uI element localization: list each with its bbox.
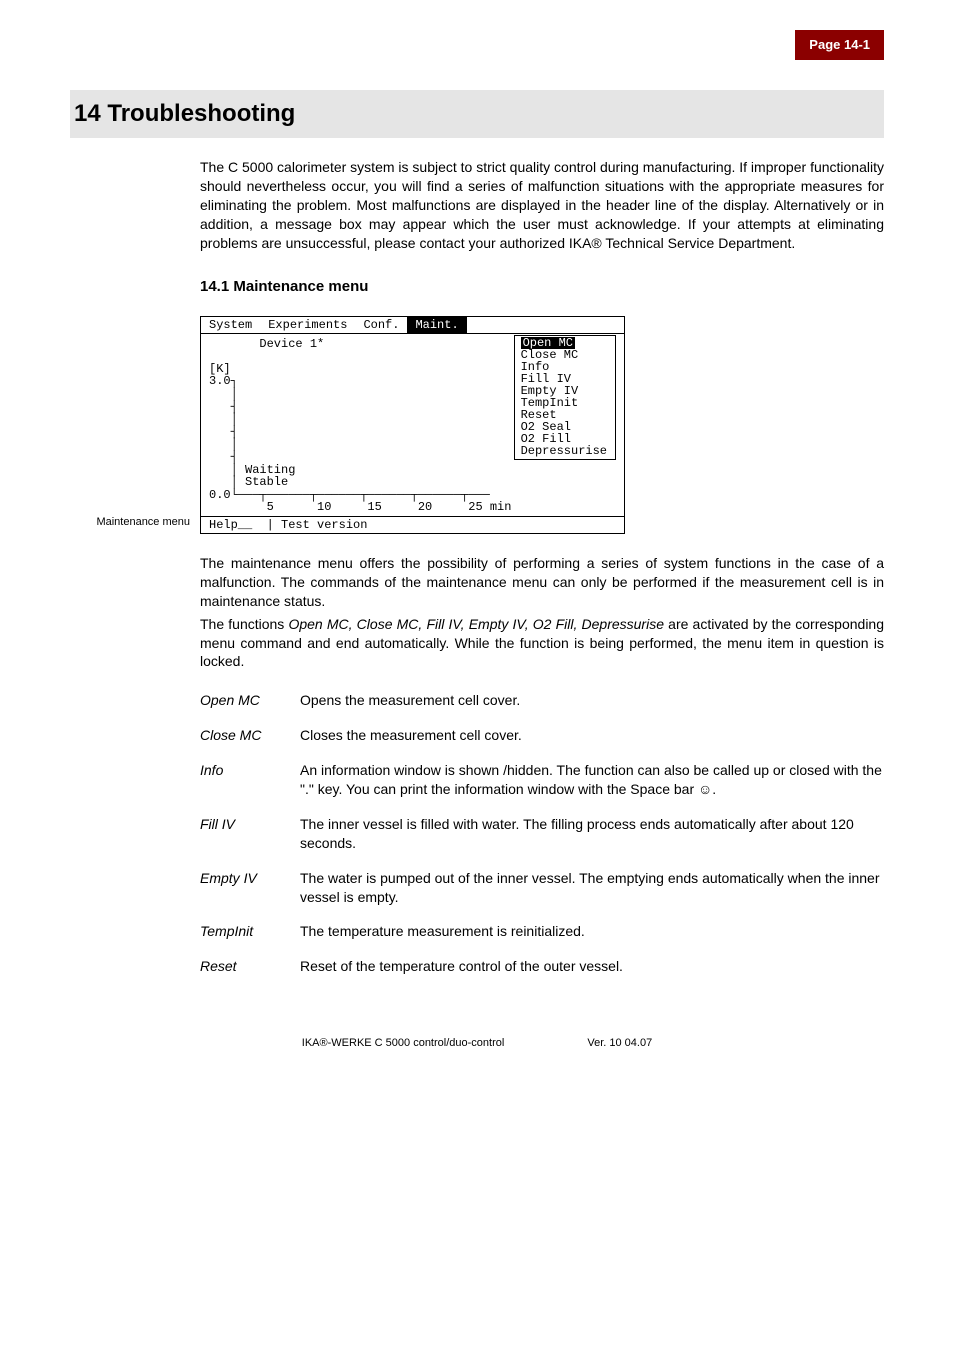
def-desc: An information window is shown /hidden. … — [300, 761, 884, 799]
def-term: Reset — [200, 957, 300, 976]
def-desc: The inner vessel is filled with water. T… — [300, 815, 884, 853]
dropdown-item-empty-iv[interactable]: Empty IV — [521, 385, 607, 397]
statusbar: Help__ | Test version — [201, 516, 624, 533]
device-screenshot: System Experiments Conf. Maint. Open MC … — [200, 316, 625, 534]
figure-caption: Maintenance menu — [70, 515, 200, 534]
dropdown-item-depressurise[interactable]: Depressurise — [521, 445, 607, 457]
def-desc: Closes the measurement cell cover. — [300, 726, 884, 745]
page-number-tag: Page 14-1 — [795, 30, 884, 60]
menu-maint[interactable]: Maint. — [407, 317, 466, 333]
footer-left: IKA®-WERKE C 5000 control/duo-control — [302, 1037, 505, 1049]
dropdown-item-o2-fill[interactable]: O2 Fill — [521, 433, 607, 445]
para2-pre: The functions — [200, 616, 288, 632]
para2-em: Open MC, Close MC, Fill IV, Empty IV, O2… — [288, 616, 664, 632]
def-desc: The temperature measurement is reinitial… — [300, 922, 884, 941]
def-desc: The water is pumped out of the inner ves… — [300, 869, 884, 907]
dropdown-item-reset[interactable]: Reset — [521, 409, 607, 421]
dropdown-item-o2-seal[interactable]: O2 Seal — [521, 421, 607, 433]
def-row: ResetReset of the temperature control of… — [200, 957, 884, 976]
def-row: Close MCCloses the measurement cell cove… — [200, 726, 884, 745]
def-term: Fill IV — [200, 815, 300, 853]
def-row: Fill IVThe inner vessel is filled with w… — [200, 815, 884, 853]
body-paragraph-1: The maintenance menu offers the possibil… — [200, 554, 884, 611]
def-desc: Opens the measurement cell cover. — [300, 691, 884, 710]
maint-dropdown: Open MC Close MC Info Fill IV Empty IV T… — [514, 335, 616, 460]
dropdown-item-close-mc[interactable]: Close MC — [521, 349, 607, 361]
menu-conf[interactable]: Conf. — [355, 317, 407, 333]
def-row: Open MCOpens the measurement cell cover. — [200, 691, 884, 710]
menubar: System Experiments Conf. Maint. — [201, 317, 624, 334]
def-term: Close MC — [200, 726, 300, 745]
def-row: Empty IVThe water is pumped out of the i… — [200, 869, 884, 907]
section-heading: 14.1 Maintenance menu — [200, 277, 884, 297]
menu-system[interactable]: System — [201, 317, 260, 333]
def-row: TempInitThe temperature measurement is r… — [200, 922, 884, 941]
dropdown-item-tempinit[interactable]: TempInit — [521, 397, 607, 409]
intro-paragraph: The C 5000 calorimeter system is subject… — [200, 158, 884, 252]
def-row: InfoAn information window is shown /hidd… — [200, 761, 884, 799]
def-term: Empty IV — [200, 869, 300, 907]
dropdown-item-open-mc[interactable]: Open MC — [521, 337, 575, 349]
chapter-heading: 14 Troubleshooting — [70, 90, 884, 138]
menu-experiments[interactable]: Experiments — [260, 317, 355, 333]
def-desc: Reset of the temperature control of the … — [300, 957, 884, 976]
footer-right: Ver. 10 04.07 — [587, 1037, 652, 1049]
page-footer: IKA®-WERKE C 5000 control/duo-control Ve… — [70, 1036, 884, 1051]
def-term: Open MC — [200, 691, 300, 710]
def-term: Info — [200, 761, 300, 799]
def-term: TempInit — [200, 922, 300, 941]
dropdown-item-info[interactable]: Info — [521, 361, 607, 373]
dropdown-item-fill-iv[interactable]: Fill IV — [521, 373, 607, 385]
body-paragraph-2: The functions Open MC, Close MC, Fill IV… — [200, 615, 884, 672]
definition-list: Open MCOpens the measurement cell cover.… — [200, 691, 884, 976]
